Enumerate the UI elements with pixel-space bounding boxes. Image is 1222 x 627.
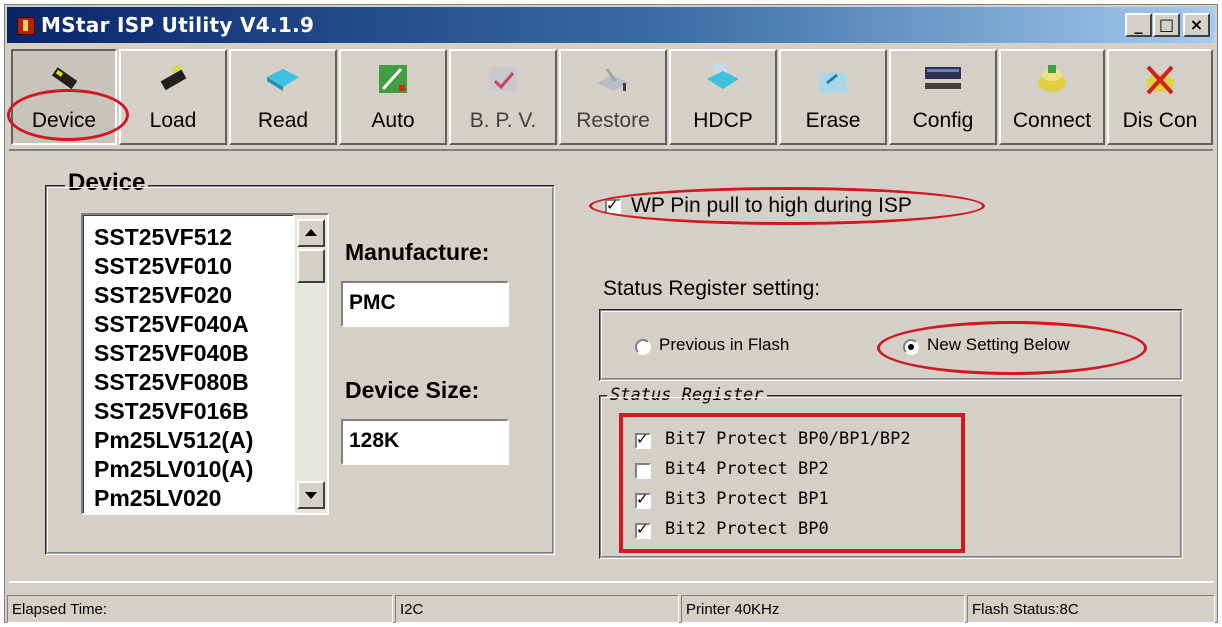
hdcp-button[interactable]: HDCP [669,49,777,145]
arrow-up-icon [305,229,317,236]
list-item[interactable]: SST25VF016B [94,398,249,425]
erase-icon [819,73,847,93]
list-item[interactable]: SST25VF040A [94,311,249,338]
read-icon [267,69,299,91]
bit4-label[interactable]: Bit4 Protect BP2 [665,459,829,479]
app-icon[interactable] [17,17,35,35]
restore-button-label: Restore [576,109,650,132]
elapsed-time-pane: Elapsed Time: [7,595,393,623]
main-panel: Device SST25VF512 SST25VF010 SST25VF020 … [9,149,1213,583]
arrow-down-icon [305,492,317,499]
app-window: MStar ISP Utility V4.1.9 _ □ × Device Lo… [4,4,1218,623]
disconnect-button[interactable]: Dis Con [1107,49,1213,145]
bit3-label[interactable]: Bit3 Protect BP1 [665,489,829,509]
bpv-icon [489,67,517,91]
connect-button-label: Connect [1012,109,1092,132]
bit7-checkbox[interactable] [635,430,651,449]
list-item[interactable]: Pm25LV010(A) [94,456,253,483]
device-size-field[interactable]: 128K [341,419,509,465]
new-setting-below-radio[interactable] [903,339,919,355]
list-item[interactable]: SST25VF512 [94,224,232,251]
list-item[interactable]: Pm25LV512(A) [94,427,253,454]
device-size-label: Device Size: [345,377,480,403]
wp-pin-label[interactable]: WP Pin pull to high during ISP [631,194,912,218]
device-button-label: Device [31,109,97,132]
hdcp-button-label: HDCP [693,109,753,132]
status-register-title: Status Register [607,385,767,405]
bit7-label[interactable]: Bit7 Protect BP0/BP1/BP2 [665,429,911,449]
config-button[interactable]: Config [889,49,997,145]
disconnect-icon [1146,65,1174,95]
auto-button[interactable]: Auto [339,49,447,145]
hdcp-icon [707,63,739,89]
previous-in-flash-label[interactable]: Previous in Flash [659,335,789,355]
auto-button-label: Auto [371,109,415,132]
device-button[interactable]: Device [11,49,117,145]
connect-button[interactable]: Connect [999,49,1105,145]
bit3-checkbox[interactable] [635,490,651,509]
list-item[interactable]: SST25VF010 [94,253,232,280]
window-title: MStar ISP Utility V4.1.9 [41,13,315,37]
list-item[interactable]: Pm25LV020 [94,485,221,512]
scroll-thumb[interactable] [297,249,325,283]
erase-button[interactable]: Erase [779,49,887,145]
erase-button-label: Erase [805,109,861,132]
scroll-up-button[interactable] [297,219,325,247]
bpv-button[interactable]: B. P. V. [449,49,557,145]
new-setting-below-label[interactable]: New Setting Below [927,335,1070,355]
auto-icon [379,65,407,93]
status-register-setting-label: Status Register setting: [603,277,821,300]
device-list-items: SST25VF512 SST25VF010 SST25VF020 SST25VF… [83,215,293,513]
device-group-title: Device [65,169,149,197]
manufacture-field[interactable]: PMC [341,281,509,327]
list-item[interactable]: SST25VF080B [94,369,249,396]
close-button[interactable]: × [1183,13,1210,37]
load-chip-icon [160,64,187,91]
bit2-checkbox[interactable] [635,520,651,539]
status-bar: Elapsed Time: I2C Printer 40KHz Flash St… [5,585,1217,623]
restore-button[interactable]: Restore [559,49,667,145]
maximize-button[interactable]: □ [1153,13,1180,37]
minimize-button[interactable]: _ [1125,13,1152,37]
bit2-label[interactable]: Bit2 Protect BP0 [665,519,829,539]
config-icon [925,67,961,89]
device-list-scrollbar[interactable] [295,215,327,513]
bpv-button-label: B. P. V. [469,109,537,132]
list-item[interactable]: SST25VF020 [94,282,232,309]
printer-pane: Printer 40KHz [681,595,965,623]
wp-pin-checkbox[interactable] [605,196,621,215]
config-button-label: Config [912,109,974,132]
bit4-checkbox[interactable] [635,463,651,479]
previous-in-flash-radio[interactable] [635,339,651,355]
toolbar: Device Load Read Auto B. P. V. Restore H… [7,49,1213,145]
load-button-label: Load [149,109,197,132]
connect-icon [1038,65,1066,92]
read-button[interactable]: Read [229,49,337,145]
title-bar[interactable]: MStar ISP Utility V4.1.9 _ □ × [7,7,1215,43]
read-button-label: Read [257,109,309,132]
device-list[interactable]: SST25VF512 SST25VF010 SST25VF020 SST25VF… [81,213,329,515]
load-button[interactable]: Load [119,49,227,145]
device-chip-icon [51,67,78,90]
restore-icon [597,68,629,91]
interface-pane: I2C [395,595,679,623]
scroll-down-button[interactable] [297,481,325,509]
manufacture-label: Manufacture: [345,239,490,265]
disconnect-button-label: Dis Con [1122,109,1198,132]
list-item[interactable]: SST25VF040B [94,340,249,367]
flash-status-pane: Flash Status:8C [967,595,1215,623]
